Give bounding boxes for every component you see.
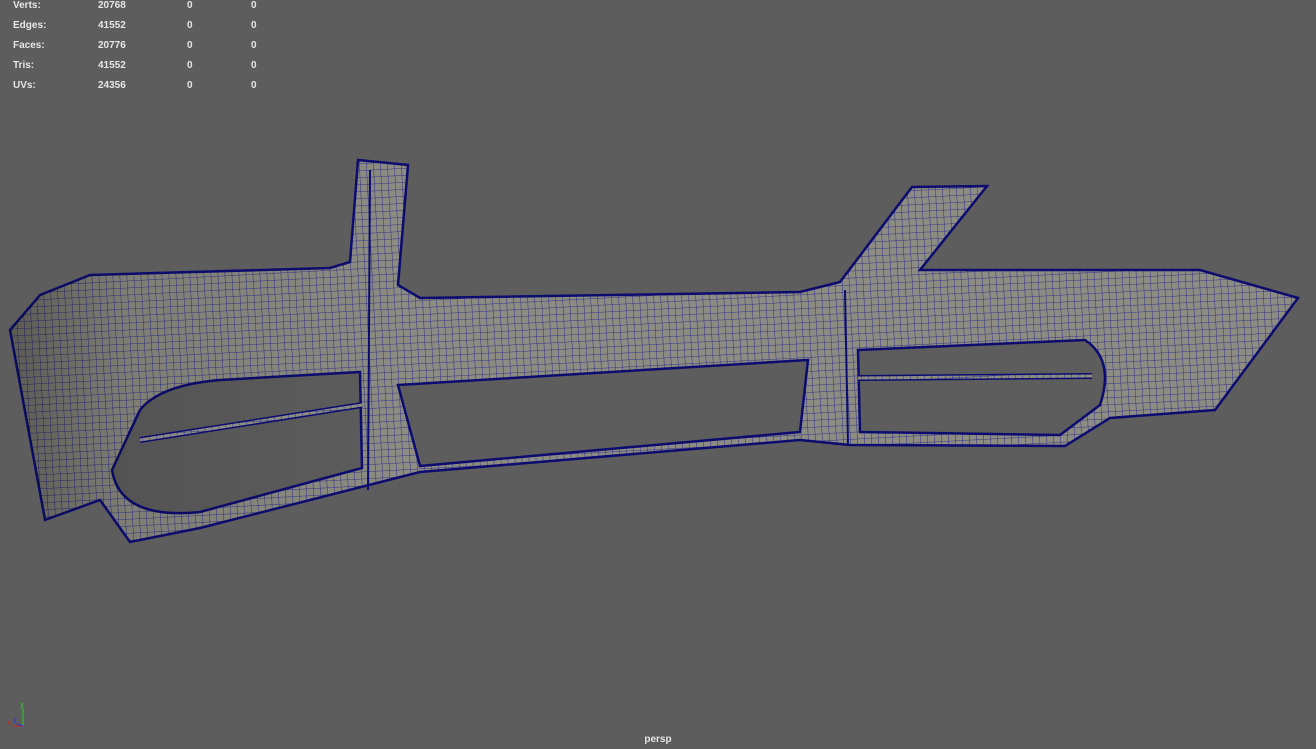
stat-component: 0 [251, 0, 257, 11]
stat-component: 0 [251, 60, 257, 71]
heads-up-poly-count: Verts: 20768 0 0 Edges: 41552 0 0 Faces: 20776 0… [13, 0, 273, 100]
stat-label: Faces: [13, 40, 45, 51]
stat-total: 20776 [98, 40, 126, 51]
axis-z-label: z [13, 716, 17, 725]
axis-y-label: y [20, 700, 24, 709]
stat-label: UVs: [13, 80, 36, 91]
stat-selected: 0 [187, 20, 193, 31]
stat-selected: 0 [187, 0, 193, 11]
stat-total: 20768 [98, 0, 126, 11]
stat-row-verts: Verts: 20768 0 0 [13, 0, 273, 20]
stat-row-edges: Edges: 41552 0 0 [13, 20, 273, 40]
stat-label: Edges: [13, 20, 47, 31]
stat-component: 0 [251, 80, 257, 91]
stat-label: Tris: [13, 60, 35, 71]
stat-component: 0 [251, 20, 257, 31]
stat-row-faces: Faces: 20776 0 0 [13, 40, 273, 60]
stat-row-uvs: UVs: 24356 0 0 [13, 80, 273, 100]
viewport-mesh[interactable] [0, 0, 1316, 749]
axis-x-label: x [7, 718, 11, 727]
stat-total: 41552 [98, 60, 126, 71]
stat-label: Verts: [13, 0, 41, 11]
stat-selected: 0 [187, 40, 193, 51]
stat-selected: 0 [187, 60, 193, 71]
stat-row-tris: Tris: 41552 0 0 [13, 60, 273, 80]
stat-selected: 0 [187, 80, 193, 91]
axis-gizmo-icon: y x z [7, 700, 24, 727]
stat-component: 0 [251, 40, 257, 51]
bumper-mesh[interactable] [8, 158, 1301, 544]
camera-name-label: persp [644, 734, 672, 745]
stat-total: 41552 [98, 20, 126, 31]
stat-total: 24356 [98, 80, 126, 91]
